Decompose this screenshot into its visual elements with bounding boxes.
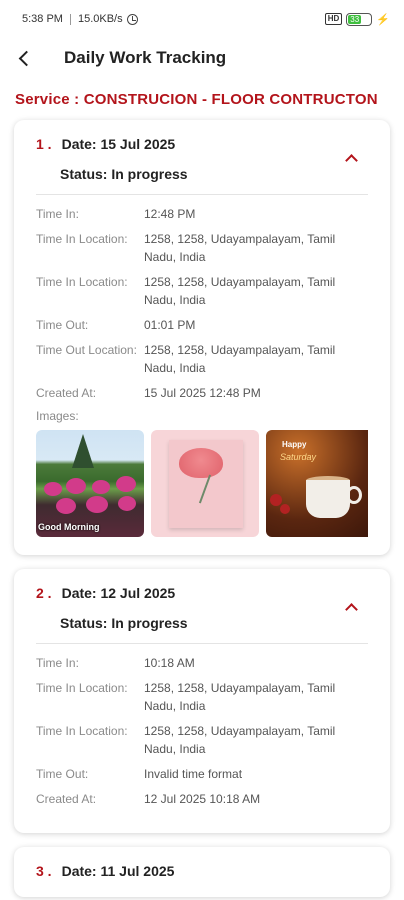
card-header: 3 . Date: 11 Jul 2025 [36,863,368,879]
detail-row: Created At: 12 Jul 2025 10:18 AM [36,790,368,808]
row-label: Time Out Location: [36,343,137,357]
detail-row: Time Out Location: 1258, 1258, Udayampal… [36,341,368,377]
cup-shape [306,480,350,518]
carnation-shape [179,448,223,478]
row-value: 1258, 1258, Udayampalayam, Tamil Nadu, I… [144,681,336,713]
card-index: 1 . [36,136,52,152]
row-value: 12:48 PM [144,207,196,221]
status-time: 5:38 PM [22,13,63,25]
row-value: 01:01 PM [144,318,196,332]
card-index: 2 . [36,585,52,601]
status-separator [69,13,71,25]
row-label: Created At: [36,386,97,400]
greeting-script: Saturday [280,452,317,462]
tree-shape [72,434,94,468]
status-left: 5:38 PM 15.0KB/s [22,13,138,25]
flower-shape [118,496,136,511]
detail-row: Time In Location: 1258, 1258, Udayampala… [36,722,368,758]
row-label: Time In: [36,656,79,670]
work-list: 1 . Date: 15 Jul 2025 Status: In progres… [0,120,404,897]
detail-row: Time In Location: 1258, 1258, Udayampala… [36,679,368,715]
work-card[interactable]: 3 . Date: 11 Jul 2025 [14,847,390,897]
detail-row: Time In Location: 1258, 1258, Udayampala… [36,230,368,266]
divider [36,643,368,644]
status-right: HD 33 ⚡ [324,12,390,26]
greeting-text: Happy [282,440,307,449]
service-label: Service : CONSTRUCION - FLOOR CONTRUCTON [15,91,378,108]
image-thumbnail[interactable] [151,430,259,537]
row-label: Created At: [36,792,97,806]
work-card[interactable]: 1 . Date: 15 Jul 2025 Status: In progres… [14,120,390,555]
chevron-up-icon[interactable] [345,154,358,167]
row-value: 12 Jul 2025 10:18 AM [144,792,261,806]
row-label: Time Out: [36,767,89,781]
row-value: 15 Jul 2025 12:48 PM [144,386,261,400]
card-header: 1 . Date: 15 Jul 2025 [36,136,368,152]
row-value: 10:18 AM [144,656,195,670]
divider [36,194,368,195]
battery-icon: 33 [346,12,373,26]
chevron-up-icon[interactable] [345,603,358,616]
page-title: Daily Work Tracking [64,48,227,67]
image-thumbnail[interactable]: Good Morning [36,430,144,537]
card-index: 3 . [36,863,52,879]
detail-row: Time In: 10:18 AM [36,654,368,672]
row-value: 1258, 1258, Udayampalayam, Tamil Nadu, I… [144,343,336,375]
detail-row: Time Out: Invalid time format [36,765,368,783]
row-label: Time In Location: [36,724,128,738]
card-date: Date: 15 Jul 2025 [61,136,176,152]
flower-shape [86,496,108,513]
detail-row: Time In Location: 1258, 1258, Udayampala… [36,273,368,309]
row-label: Time In Location: [36,232,128,246]
image-thumbnail[interactable]: Happy Saturday [266,430,368,537]
row-label: Time Out: [36,318,89,332]
row-value: 1258, 1258, Udayampalayam, Tamil Nadu, I… [144,724,336,756]
alarm-icon [126,13,138,25]
status-bar: 5:38 PM 15.0KB/s HD 33 ⚡ [0,0,404,38]
card-header: 2 . Date: 12 Jul 2025 [36,585,368,601]
berry-shape [280,504,290,514]
flower-shape [44,482,62,496]
flower-shape [56,498,76,514]
row-label: Time In Location: [36,275,128,289]
flower-shape [116,476,136,492]
card-status: Status: In progress [60,166,188,182]
detail-row: Time In: 12:48 PM [36,205,368,223]
detail-row: Created At: 15 Jul 2025 12:48 PM [36,384,368,402]
work-card[interactable]: 2 . Date: 12 Jul 2025 Status: In progres… [14,569,390,833]
card-date: Date: 12 Jul 2025 [61,585,176,601]
card-status: Status: In progress [60,615,188,631]
row-label: Time In Location: [36,681,128,695]
images-label: Images: [36,409,79,423]
row-value: 1258, 1258, Udayampalayam, Tamil Nadu, I… [144,232,336,264]
row-label: Time In: [36,207,79,221]
berry-shape [270,494,282,506]
charging-icon: ⚡ [376,13,390,26]
app-bar: Daily Work Tracking [0,38,404,78]
image-caption: Good Morning [38,522,100,532]
image-gallery: Good Morning Happy Saturday [36,430,368,537]
hd-icon: HD [324,13,343,25]
flower-shape [66,478,86,494]
battery-level: 33 [348,14,362,24]
detail-row: Time Out: 01:01 PM [36,316,368,334]
flower-shape [92,480,110,494]
row-value: Invalid time format [144,767,243,781]
card-date: Date: 11 Jul 2025 [61,863,175,879]
row-value: 1258, 1258, Udayampalayam, Tamil Nadu, I… [144,275,336,307]
cup-handle-shape [346,486,362,504]
network-speed: 15.0KB/s [77,13,123,25]
back-arrow-icon[interactable] [16,48,36,68]
